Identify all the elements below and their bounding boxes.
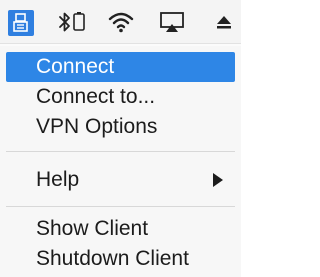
vpn-dropdown-menu: Connect Connect to... VPN Options Help S…: [0, 46, 241, 277]
menu-item-label: Connect: [36, 55, 115, 78]
menu-item-label: Show Client: [36, 217, 149, 240]
menu-item-label: Connect to...: [36, 85, 156, 108]
eject-icon[interactable]: [210, 0, 238, 44]
menu-bar: [0, 0, 241, 44]
menu-separator: [6, 206, 235, 207]
menu-item-label: Help: [36, 168, 80, 191]
submenu-arrow-icon: [213, 173, 223, 187]
vpn-client-icon[interactable]: [8, 10, 34, 36]
menu-item-connect[interactable]: Connect: [6, 52, 235, 82]
menu-item-vpn-options[interactable]: VPN Options: [6, 112, 235, 142]
menu-item-shutdown-client[interactable]: Shutdown Client: [6, 244, 235, 274]
menu-item-help[interactable]: Help: [6, 165, 235, 195]
wifi-icon[interactable]: [104, 0, 138, 44]
menu-item-label: VPN Options: [36, 115, 158, 138]
menu-separator: [6, 151, 235, 152]
menu-item-label: Shutdown Client: [36, 247, 189, 270]
menu-item-show-client[interactable]: Show Client: [6, 214, 235, 244]
airplay-icon[interactable]: [155, 0, 189, 44]
screen: Connect Connect to... VPN Options Help S…: [0, 0, 241, 277]
menu-item-connect-to[interactable]: Connect to...: [6, 82, 235, 112]
bluetooth-icon[interactable]: [54, 0, 92, 44]
